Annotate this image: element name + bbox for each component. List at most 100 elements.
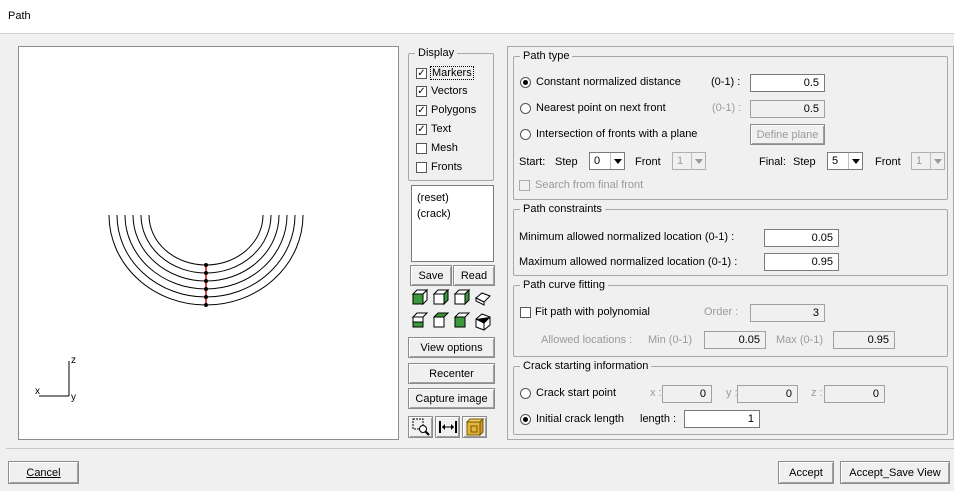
start-label: Start: — [519, 156, 546, 168]
max-fit-label: Max (0-1) — [776, 334, 824, 346]
fit-width-icon — [438, 421, 457, 433]
x-coord-input[interactable]: 0 — [662, 385, 712, 403]
read-view-button[interactable]: Read — [453, 265, 495, 286]
x-axis-label: x — [35, 386, 40, 397]
footer-divider — [6, 448, 954, 449]
crack-start-point-radio[interactable] — [520, 388, 531, 399]
intersection-radio[interactable] — [520, 129, 531, 140]
text-label: Text — [431, 123, 452, 135]
vectors-checkbox[interactable]: ✓ — [416, 86, 427, 97]
max-location-input[interactable]: 0.95 — [764, 253, 839, 271]
path-marker — [204, 271, 208, 275]
bottom-view-icon — [411, 312, 429, 328]
path-constraints-legend: Path constraints — [523, 203, 602, 215]
start-step-label: Step — [555, 156, 578, 168]
path-marker — [204, 279, 208, 283]
final-front-select[interactable]: 1 — [911, 152, 945, 170]
vectors-label: Vectors — [431, 85, 468, 97]
front-arc-0 — [148, 214, 264, 266]
path-marker — [204, 303, 208, 307]
top-view-icon — [432, 312, 450, 328]
final-step-select[interactable]: 5 — [827, 152, 863, 170]
constant-distance-radio[interactable] — [520, 77, 531, 88]
start-front-select[interactable]: 1 — [672, 152, 706, 170]
accept-save-view-button[interactable]: Accept_Save View — [840, 461, 950, 484]
x-coord-label: x : — [650, 387, 662, 399]
chevron-down-icon — [691, 153, 705, 169]
order-input[interactable]: 3 — [750, 304, 825, 322]
iso-view-icon — [475, 292, 491, 306]
constant-distance-input[interactable]: 0.5 — [750, 74, 825, 92]
final-step-value: 5 — [832, 155, 839, 167]
z-axis-label: z — [71, 355, 76, 366]
fit-width-button[interactable] — [435, 416, 460, 438]
save-view-button[interactable]: Save — [410, 265, 452, 286]
define-plane-button[interactable]: Define plane — [750, 124, 825, 145]
list-item-reset[interactable]: (reset) — [417, 192, 449, 204]
initial-length-label: Initial crack length — [536, 413, 625, 425]
view-options-button[interactable]: View options — [408, 337, 495, 358]
initial-length-radio[interactable] — [520, 414, 531, 425]
mesh-checkbox[interactable] — [416, 143, 427, 154]
back-view-icon — [453, 288, 471, 306]
polygons-checkbox[interactable]: ✓ — [416, 105, 427, 116]
cancel-label: Cancel — [26, 466, 61, 479]
fit-polynomial-label: Fit path with polynomial — [535, 306, 650, 318]
y-axis-label: y — [71, 392, 76, 403]
y-coord-input[interactable]: 0 — [737, 385, 798, 403]
path-type-legend: Path type — [523, 50, 570, 62]
fit-polynomial-checkbox[interactable] — [520, 307, 531, 318]
intersection-label: Intersection of fronts with a plane — [536, 128, 698, 140]
min-location-input[interactable]: 0.05 — [764, 229, 839, 247]
zoom-box-icon — [412, 418, 430, 436]
constant-range-label: (0-1) : — [711, 76, 741, 88]
window-title: Path — [8, 10, 31, 22]
path-marker — [204, 295, 208, 299]
fronts-checkbox[interactable] — [416, 162, 427, 173]
display-legend: Display — [418, 47, 455, 59]
capture-image-button[interactable]: Capture image — [408, 388, 495, 409]
bounding-box-button[interactable] — [462, 416, 487, 438]
zoom-box-button[interactable] — [408, 416, 433, 438]
nearest-point-input[interactable]: 0.5 — [750, 100, 825, 118]
side-view-icon — [432, 288, 450, 306]
final-front-label: Front — [875, 156, 901, 168]
length-input[interactable]: 1 — [684, 410, 760, 428]
cancel-button[interactable]: Cancel — [8, 461, 79, 484]
max-location-label: Maximum allowed normalized location (0-1… — [519, 256, 738, 268]
min-fit-input[interactable]: 0.05 — [704, 331, 766, 349]
max-fit-input[interactable]: 0.95 — [833, 331, 895, 349]
constant-distance-label: Constant normalized distance — [536, 76, 681, 88]
final-step-label: Step — [793, 156, 816, 168]
front-view-icon — [411, 288, 429, 306]
search-final-label: Search from final front — [535, 179, 644, 191]
nearest-point-label: Nearest point on next front — [536, 102, 666, 114]
min-fit-label: Min (0-1) — [648, 334, 693, 346]
recenter-button[interactable]: Recenter — [408, 363, 495, 384]
final-label: Final: — [759, 156, 786, 168]
list-item-crack[interactable]: (crack) — [417, 208, 451, 220]
bounding-box-icon — [465, 418, 484, 436]
accept-button[interactable]: Accept — [778, 461, 834, 484]
y-coord-label: y : — [726, 387, 738, 399]
views-list[interactable]: (reset) (crack) — [411, 185, 494, 262]
path-type-group: Path type — [513, 50, 948, 200]
crack-start-legend: Crack starting information — [523, 360, 649, 372]
z-coord-input[interactable]: 0 — [824, 385, 885, 403]
order-label: Order : — [704, 306, 739, 318]
nearest-point-radio[interactable] — [520, 103, 531, 114]
crack-start-point-label: Crack start point — [536, 387, 617, 399]
fronts-label: Fronts — [431, 161, 463, 173]
text-checkbox[interactable]: ✓ — [416, 124, 427, 135]
search-final-checkbox[interactable] — [519, 180, 530, 191]
graphics-viewport[interactable]: z x y — [18, 46, 399, 440]
chevron-down-icon — [848, 153, 862, 169]
path-marker — [204, 263, 208, 267]
start-front-value: 1 — [677, 155, 684, 167]
start-step-select[interactable]: 0 — [589, 152, 625, 170]
chevron-down-icon — [930, 153, 944, 169]
markers-checkbox[interactable]: ✓ — [416, 68, 427, 79]
nearest-range-label: (0-1) : — [712, 102, 742, 114]
left-view-icon — [453, 312, 471, 328]
start-step-value: 0 — [594, 155, 601, 167]
